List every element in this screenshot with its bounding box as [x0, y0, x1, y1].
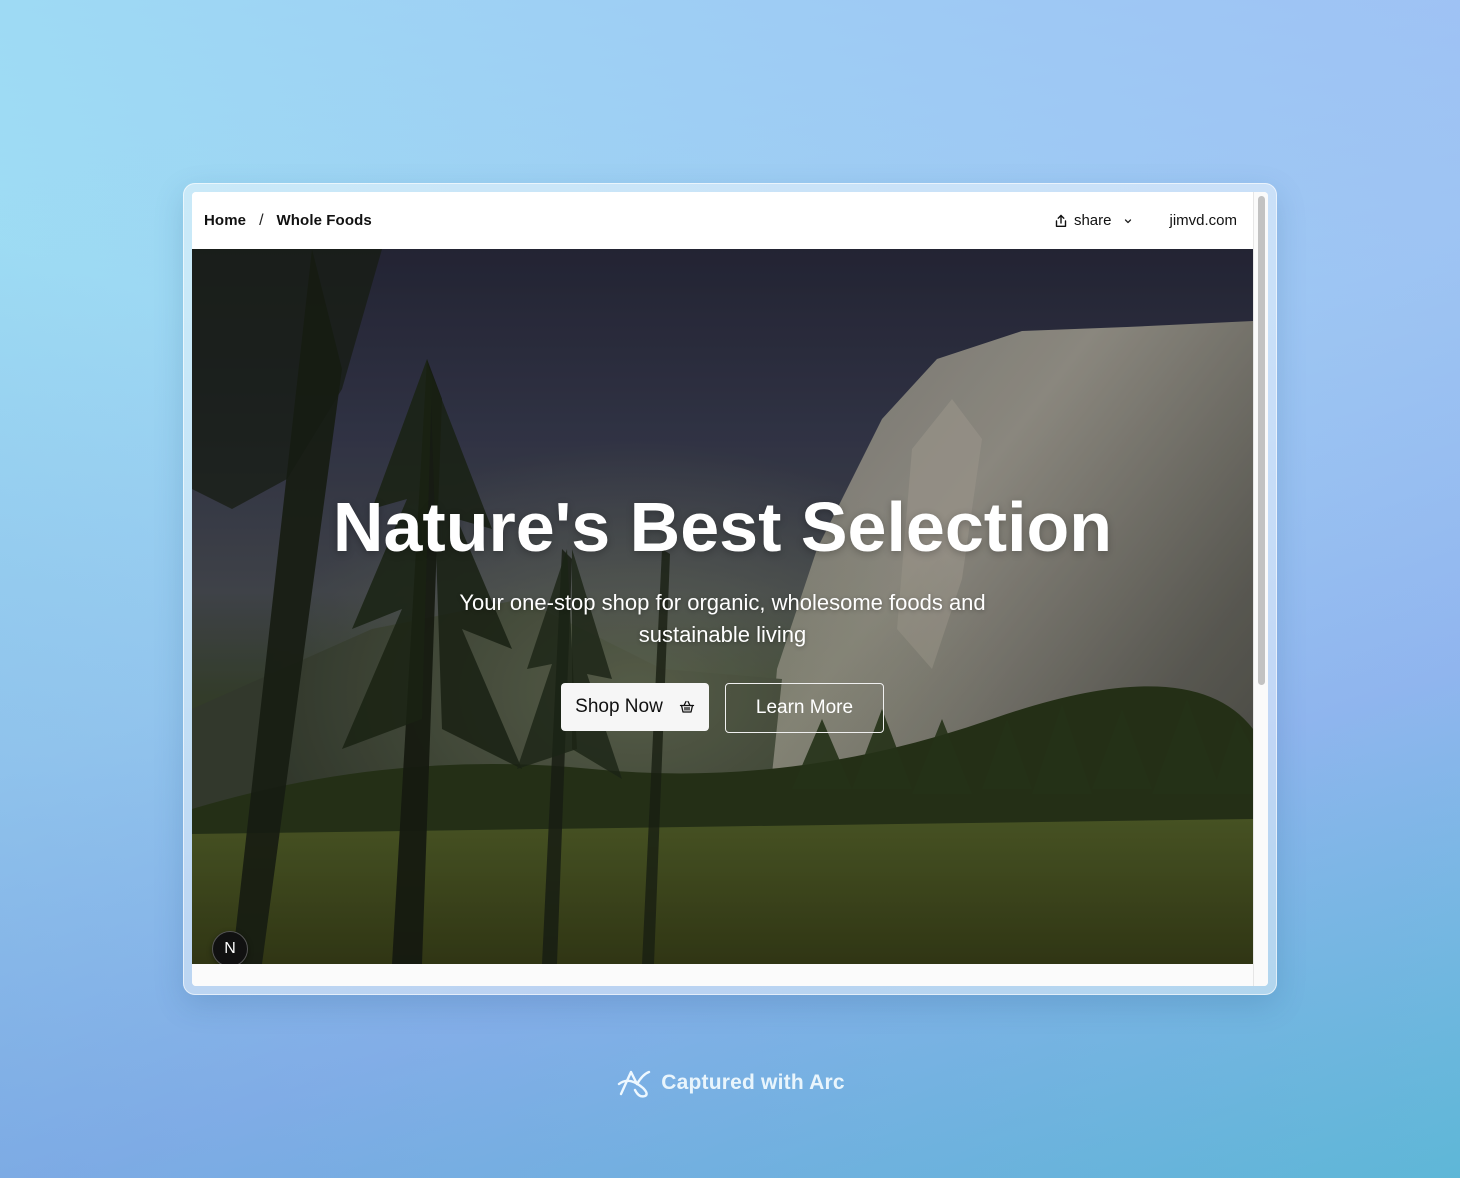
nextjs-badge[interactable]: N: [212, 931, 248, 967]
shop-now-label: Shop Now: [575, 696, 663, 717]
hero-buttons: Shop Now Learn More: [192, 683, 1253, 733]
share-icon: [1054, 214, 1068, 228]
hero-section: Nature's Best Selection Your one-stop sh…: [192, 249, 1253, 964]
vertical-scrollbar[interactable]: [1253, 192, 1268, 986]
share-button[interactable]: share: [1054, 212, 1134, 229]
top-right-actions: share jimvd.com: [1054, 212, 1237, 229]
breadcrumb-separator: /: [259, 211, 264, 229]
top-navigation-bar: Home / Whole Foods share jimvd.com: [192, 192, 1253, 249]
breadcrumb: Home / Whole Foods: [204, 212, 372, 230]
hero-content: Nature's Best Selection Your one-stop sh…: [192, 487, 1253, 733]
page-bottom-strip: [192, 964, 1253, 986]
arc-caption-text: Captured with Arc: [661, 1071, 845, 1094]
arc-logo-icon: [615, 1066, 655, 1100]
share-label: share: [1073, 212, 1112, 229]
arc-caption: Captured with Arc: [0, 1066, 1460, 1100]
shop-now-button[interactable]: Shop Now: [561, 683, 709, 731]
site-link[interactable]: jimvd.com: [1169, 212, 1237, 229]
hero-title: Nature's Best Selection: [332, 488, 1113, 566]
basket-icon: [679, 699, 695, 715]
breadcrumb-home-link[interactable]: Home: [204, 212, 246, 229]
hero-subtitle: Your one-stop shop for organic, wholesom…: [459, 590, 986, 647]
browser-window: Home / Whole Foods share jimvd.com Natur…: [192, 192, 1268, 986]
scrollbar-thumb[interactable]: [1258, 196, 1265, 685]
breadcrumb-current-page[interactable]: Whole Foods: [277, 212, 372, 229]
learn-more-button[interactable]: Learn More: [725, 683, 884, 733]
chevron-down-icon[interactable]: [1123, 216, 1133, 226]
